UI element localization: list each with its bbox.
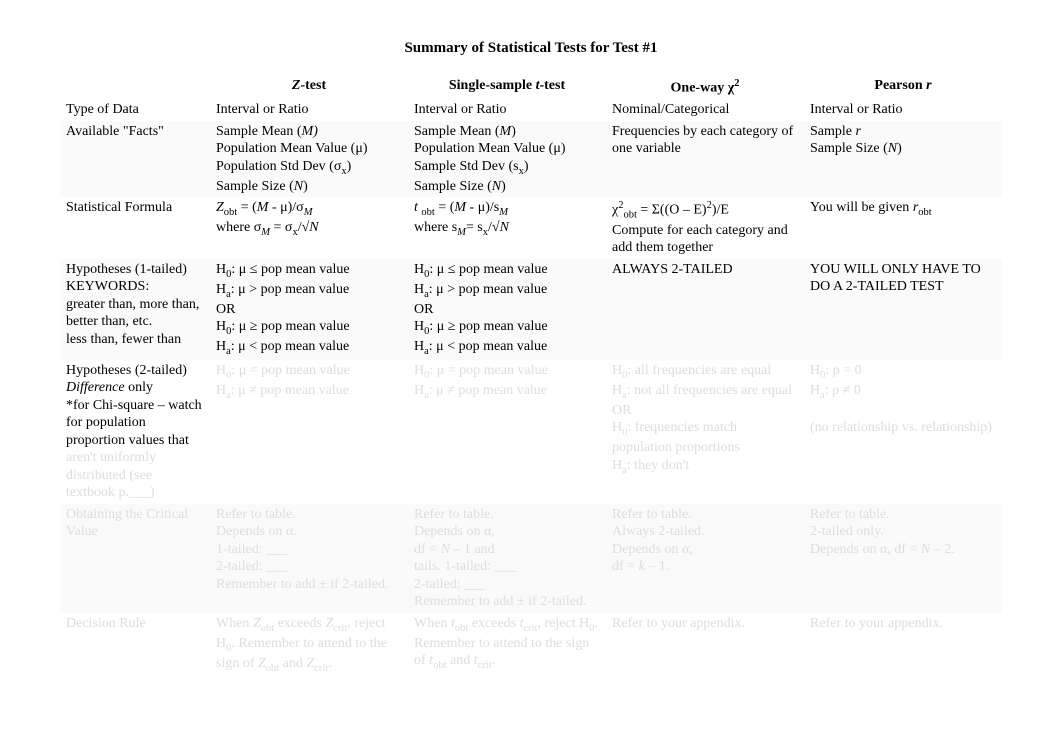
label-decision: Decision Rule bbox=[60, 613, 210, 677]
page-title: Summary of Statistical Tests for Test #1 bbox=[60, 40, 1002, 57]
label-type: Type of Data bbox=[60, 99, 210, 121]
ztest-formula: Zobt = (M - μ)/σM where σM = σx/√N bbox=[210, 197, 408, 259]
chi-facts: Frequencies by each category of one vari… bbox=[606, 121, 804, 197]
chi-formula: χ2obt = Σ((O – E)2)/E Compute for each c… bbox=[606, 197, 804, 259]
header-chi: One-way χ2 bbox=[606, 75, 804, 99]
ztest-facts: Sample Mean (M) Population Mean Value (μ… bbox=[210, 121, 408, 197]
label-hyp2: Hypotheses (2-tailed) Difference only *f… bbox=[60, 360, 210, 504]
header-blank bbox=[60, 75, 210, 99]
header-pearson: Pearson r bbox=[804, 75, 1002, 99]
label-crit: Obtaining the Critical Value bbox=[60, 504, 210, 613]
pearson-hyp1: YOU WILL ONLY HAVE TO DO A 2-TAILED TEST bbox=[804, 259, 1002, 360]
ttest-crit: Refer to table. Depends on α, df = N – 1… bbox=[408, 504, 606, 613]
header-ttest: Single-sample t-test bbox=[408, 75, 606, 99]
ttest-decision: When tobt exceeds tcrit, reject H0. Reme… bbox=[408, 613, 606, 677]
stats-table: Z-test Single-sample t-test One-way χ2 P… bbox=[60, 75, 1002, 677]
ttest-type: Interval or Ratio bbox=[408, 99, 606, 121]
chi-crit: Refer to table. Always 2-tailed. Depends… bbox=[606, 504, 804, 613]
label-hyp1: Hypotheses (1-tailed) KEYWORDS: greater … bbox=[60, 259, 210, 360]
pearson-hyp2: H0: ρ = 0 Ha: ρ ≠ 0 (no relationship vs.… bbox=[804, 360, 1002, 504]
ztest-hyp2: H0: μ = pop mean value Ha: μ ≠ pop mean … bbox=[210, 360, 408, 504]
ttest-hyp1: H0: μ ≤ pop mean value Ha: μ > pop mean … bbox=[408, 259, 606, 360]
pearson-decision: Refer to your appendix. bbox=[804, 613, 1002, 677]
label-facts: Available "Facts" bbox=[60, 121, 210, 197]
chi-hyp1: ALWAYS 2-TAILED bbox=[606, 259, 804, 360]
header-ztest: Z-test bbox=[210, 75, 408, 99]
ztest-crit: Refer to table. Depends on α. 1-tailed: … bbox=[210, 504, 408, 613]
ztest-hyp1: H0: μ ≤ pop mean value Ha: μ > pop mean … bbox=[210, 259, 408, 360]
row-formula: Statistical Formula Zobt = (M - μ)/σM wh… bbox=[60, 197, 1002, 259]
pearson-formula: You will be given robt bbox=[804, 197, 1002, 259]
row-type-of-data: Type of Data Interval or Ratio Interval … bbox=[60, 99, 1002, 121]
row-hyp1: Hypotheses (1-tailed) KEYWORDS: greater … bbox=[60, 259, 1002, 360]
ttest-hyp2: H0: μ = pop mean value Ha: μ ≠ pop mean … bbox=[408, 360, 606, 504]
chi-decision: Refer to your appendix. bbox=[606, 613, 804, 677]
row-decision: Decision Rule When Zobt exceeds Zcrit, r… bbox=[60, 613, 1002, 677]
pearson-crit: Refer to table. 2-tailed only. Depends o… bbox=[804, 504, 1002, 613]
ttest-facts: Sample Mean (M) Population Mean Value (μ… bbox=[408, 121, 606, 197]
label-formula: Statistical Formula bbox=[60, 197, 210, 259]
ttest-formula: t obt = (M - μ)/sM where sM= sx/√N bbox=[408, 197, 606, 259]
row-hyp2: Hypotheses (2-tailed) Difference only *f… bbox=[60, 360, 1002, 504]
row-facts: Available "Facts" Sample Mean (M) Popula… bbox=[60, 121, 1002, 197]
chi-type: Nominal/Categorical bbox=[606, 99, 804, 121]
header-row: Z-test Single-sample t-test One-way χ2 P… bbox=[60, 75, 1002, 99]
ztest-decision: When Zobt exceeds Zcrit, reject H0. Reme… bbox=[210, 613, 408, 677]
row-crit: Obtaining the Critical Value Refer to ta… bbox=[60, 504, 1002, 613]
pearson-type: Interval or Ratio bbox=[804, 99, 1002, 121]
pearson-facts: Sample r Sample Size (N) bbox=[804, 121, 1002, 197]
ztest-type: Interval or Ratio bbox=[210, 99, 408, 121]
chi-hyp2: H0: all frequencies are equal Ha: not al… bbox=[606, 360, 804, 504]
